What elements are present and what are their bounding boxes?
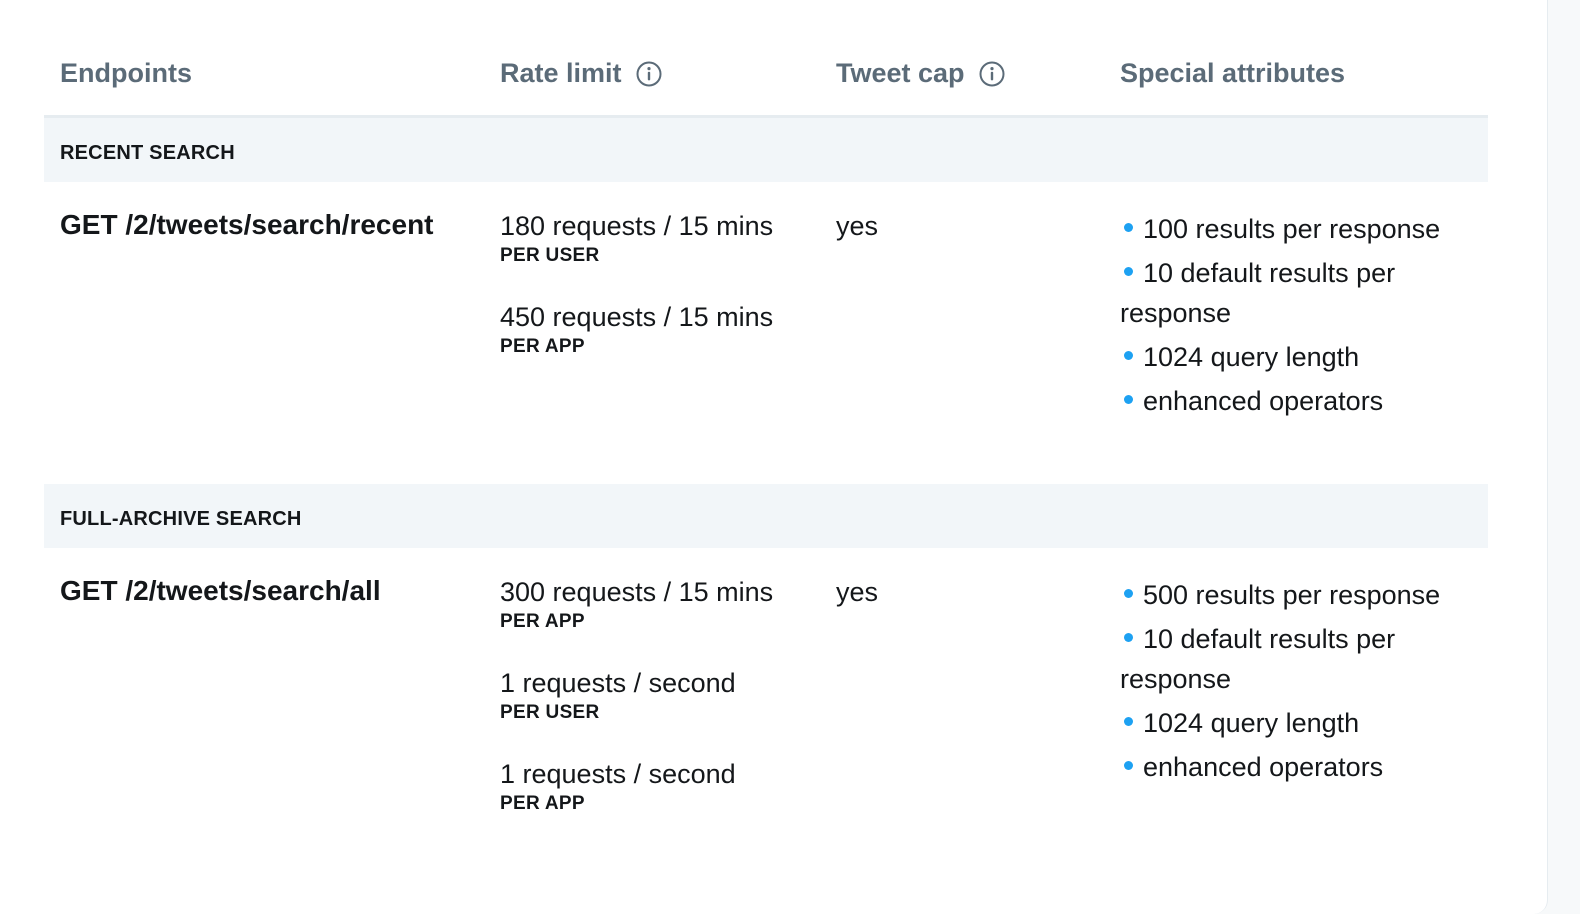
attribute-text: 10 default results per response: [1120, 624, 1396, 694]
bullet-icon: [1124, 589, 1133, 598]
list-item: 1024 query length: [1120, 703, 1480, 743]
info-circle-icon[interactable]: [636, 61, 662, 87]
content-card: Endpoints Rate limit Tweet cap Special a…: [0, 0, 1548, 914]
column-header-endpoints: Endpoints: [60, 58, 192, 89]
column-header-rate-limit: Rate limit: [500, 58, 662, 89]
column-header-tweet-cap-label: Tweet cap: [836, 58, 965, 88]
rate-limit-item: 180 requests / 15 mins PER USER: [500, 209, 773, 300]
bullet-icon: [1124, 717, 1133, 726]
list-item: 10 default results per response: [1120, 253, 1480, 333]
attribute-text: 500 results per response: [1143, 580, 1441, 610]
table-row: GET /2/tweets/search/recent 180 requests…: [44, 182, 1488, 484]
tweet-cap-value: yes: [836, 211, 879, 241]
attribute-text: 100 results per response: [1143, 214, 1441, 244]
attribute-text: enhanced operators: [1143, 752, 1384, 782]
rate-limit-value: 1 requests / second: [500, 668, 736, 698]
rate-limit-value: 300 requests / 15 mins: [500, 577, 774, 607]
column-header-tweet-cap: Tweet cap: [836, 58, 1005, 89]
table-row: GET /2/tweets/search/all 300 requests / …: [44, 548, 1488, 908]
bullet-icon: [1124, 395, 1133, 404]
rate-limit-item: 1 requests / second PER APP: [500, 757, 773, 848]
rate-limit-value: 180 requests / 15 mins: [500, 211, 774, 241]
rate-limit-scope: PER APP: [500, 611, 585, 632]
rate-limit-value: 1 requests / second: [500, 759, 736, 789]
info-circle-icon[interactable]: [979, 61, 1005, 87]
table-header: Endpoints Rate limit Tweet cap Special a…: [44, 0, 1488, 118]
column-header-special-attributes: Special attributes: [1120, 58, 1345, 89]
special-attributes-list: 500 results per response 10 default resu…: [1120, 575, 1480, 791]
column-header-special-attributes-label: Special attributes: [1120, 58, 1346, 88]
rate-limit-item: 300 requests / 15 mins PER APP: [500, 575, 773, 666]
bullet-icon: [1124, 223, 1133, 232]
attribute-text: enhanced operators: [1143, 386, 1384, 416]
list-item: 100 results per response: [1120, 209, 1480, 249]
list-item: 500 results per response: [1120, 575, 1480, 615]
attribute-text: 1024 query length: [1143, 342, 1360, 372]
endpoint-name: GET /2/tweets/search/all: [60, 575, 381, 606]
column-header-rate-limit-label: Rate limit: [500, 58, 622, 88]
rate-limits-table: Endpoints Rate limit Tweet cap Special a…: [44, 0, 1488, 908]
rate-limit-list: 180 requests / 15 mins PER USER 450 requ…: [500, 209, 773, 391]
section-header-recent-search: RECENT SEARCH: [44, 118, 1488, 182]
bullet-icon: [1124, 351, 1133, 360]
bullet-icon: [1124, 267, 1133, 276]
endpoint-name: GET /2/tweets/search/recent: [60, 209, 434, 240]
rate-limit-scope: PER APP: [500, 336, 585, 357]
list-item: enhanced operators: [1120, 747, 1480, 787]
rate-limit-scope: PER USER: [500, 702, 600, 723]
column-header-endpoints-label: Endpoints: [60, 58, 192, 88]
bullet-icon: [1124, 761, 1133, 770]
list-item: 1024 query length: [1120, 337, 1480, 377]
list-item: enhanced operators: [1120, 381, 1480, 421]
rate-limit-scope: PER USER: [500, 245, 600, 266]
section-title: FULL-ARCHIVE SEARCH: [60, 508, 302, 530]
rate-limit-list: 300 requests / 15 mins PER APP 1 request…: [500, 575, 773, 848]
rate-limit-item: 1 requests / second PER USER: [500, 666, 773, 757]
rate-limit-item: 450 requests / 15 mins PER APP: [500, 300, 773, 391]
section-title: RECENT SEARCH: [60, 142, 235, 164]
special-attributes-list: 100 results per response 10 default resu…: [1120, 209, 1480, 425]
rate-limit-value: 450 requests / 15 mins: [500, 302, 774, 332]
attribute-text: 10 default results per response: [1120, 258, 1396, 328]
attribute-text: 1024 query length: [1143, 708, 1360, 738]
section-header-full-archive-search: FULL-ARCHIVE SEARCH: [44, 484, 1488, 548]
rate-limit-scope: PER APP: [500, 793, 585, 814]
tweet-cap-value: yes: [836, 577, 879, 607]
bullet-icon: [1124, 633, 1133, 642]
list-item: 10 default results per response: [1120, 619, 1480, 699]
